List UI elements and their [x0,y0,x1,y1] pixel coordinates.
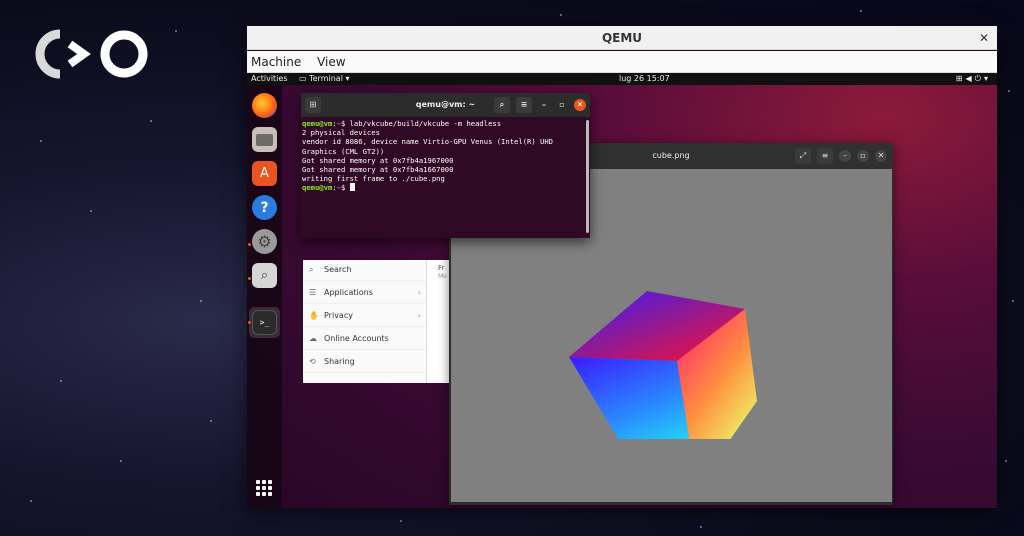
terminal-scrollbar[interactable] [586,120,589,233]
help-icon[interactable]: ? [252,195,277,220]
output-line: vendor id 8086, device name Virtio-GPU V… [302,137,558,156]
output-line: 2 physical devices [302,128,380,138]
menu-icon[interactable]: ≡ [817,148,833,164]
output-line: Got shared memory at 0x7fb4a1967000 [302,155,454,165]
volume-icon: ◀ [965,74,975,83]
system-tray[interactable]: ⊞◀⏻▾ [956,73,991,85]
chevron-right-icon: › [417,288,421,297]
settings-main-text: Fr [438,264,445,272]
logo-icon [35,29,148,79]
menu-machine[interactable]: Machine [251,55,301,69]
terminal-window: ⊞ qemu@vm: ~ ⌕ ≡ – ▫ ✕ qemu@vm:~$ lab/vk… [301,93,590,238]
chevron-down-icon: ▾ [983,74,991,83]
terminal-headerbar[interactable]: ⊞ qemu@vm: ~ ⌕ ≡ – ▫ ✕ [301,93,590,117]
settings-window: ⌕ Search ☰ Applications › ✋ Privacy › ☁ Online… [303,260,450,383]
search-icon[interactable]: ⌕ [494,97,510,113]
search-icon: ⌕ [309,265,314,274]
sharing-icon: ⟲ [309,357,316,366]
software-icon[interactable]: A [252,161,277,186]
close-icon[interactable]: ✕ [979,26,989,50]
minimize-icon[interactable]: – [839,150,851,162]
cube-left-face [569,357,690,439]
output-line: Got shared memory at 0x7fb4a1667000 [302,165,454,175]
viewer-title: cube.png [652,151,690,160]
prompt-user: qemu@vm [302,119,333,128]
activities-button[interactable]: Activities [251,73,288,85]
menu-view[interactable]: View [317,55,345,69]
clock[interactable]: lug 26 15:07 [619,73,670,85]
running-indicator [248,277,251,280]
gnome-topbar: Activities ▭ Terminal ▾ lug 26 15:07 ⊞◀⏻… [247,73,997,85]
text-cursor [349,183,355,192]
terminal-small-icon: ▭ [299,74,307,83]
settings-main-subtext: Mo [438,273,447,280]
terminal-output[interactable]: qemu@vm:~$ lab/vkcube/build/vkcube -m he… [301,118,584,235]
qemu-title: QEMU [601,31,643,45]
running-indicator [248,243,251,246]
cube-image [569,291,757,439]
app-menu-button[interactable]: ▭ Terminal ▾ [299,73,349,85]
applications-icon: ☰ [309,288,317,297]
network-icon: ⊞ [955,74,966,83]
prompt-user: qemu@vm [302,183,333,193]
settings-item-sharing[interactable]: ⟲ Sharing [303,350,427,373]
viewer-controls: ⤢ ≡ – ▫ ✕ [795,148,887,164]
terminal-title: qemu@vm: ~ [415,100,476,109]
close-icon[interactable]: ✕ [875,150,887,162]
folder-shape [256,133,273,146]
qemu-titlebar[interactable]: QEMU ✕ [247,26,997,50]
app-menu-label: Terminal ▾ [309,74,350,83]
prompt-path: ~ [336,119,341,128]
privacy-icon: ✋ [309,311,319,320]
firefox-icon[interactable] [252,93,277,118]
settings-item-online-accounts[interactable]: ☁ Online Accounts [303,327,427,350]
maximize-icon[interactable]: ▫ [857,150,869,162]
settings-icon[interactable]: ⚙ [252,229,277,254]
prompt-path: ~ [336,183,341,193]
guest-display[interactable]: Activities ▭ Terminal ▾ lug 26 15:07 ⊞◀⏻… [247,73,997,508]
command-text: lab/vkcube/build/vkcube -m headless [349,119,502,128]
settings-item-search[interactable]: ⌕ Search [303,260,427,281]
settings-item-privacy[interactable]: ✋ Privacy › [303,304,427,327]
close-icon[interactable]: ✕ [574,99,586,111]
output-line: writing first frame to ./cube.png [302,174,445,184]
running-indicator [248,321,251,324]
dock: A ? ⚙ ⌕ >_ [247,85,282,508]
apps-grid-icon[interactable] [256,480,272,496]
cloud-icon: ☁ [309,334,317,343]
terminal-icon[interactable]: >_ [252,310,277,335]
maximize-icon[interactable]: ▫ [556,99,568,111]
new-tab-icon[interactable]: ⊞ [305,97,321,113]
qemu-menubar: Machine View [247,51,997,73]
minimize-icon[interactable]: – [538,99,550,111]
settings-sidebar: ⌕ Search ☰ Applications › ✋ Privacy › ☁ Online… [303,260,427,383]
settings-item-applications[interactable]: ☰ Applications › [303,281,427,304]
terminal-controls: ⌕ ≡ – ▫ ✕ [494,97,586,113]
files-icon[interactable] [252,127,277,152]
chevron-right-icon: › [417,311,421,320]
menu-icon[interactable]: ≡ [516,97,532,113]
power-icon: ⏻ [974,74,984,83]
fullscreen-icon[interactable]: ⤢ [795,148,811,164]
search-icon[interactable]: ⌕ [252,263,277,288]
qemu-window: QEMU ✕ Machine View Activities ▭ Termina… [247,26,997,508]
